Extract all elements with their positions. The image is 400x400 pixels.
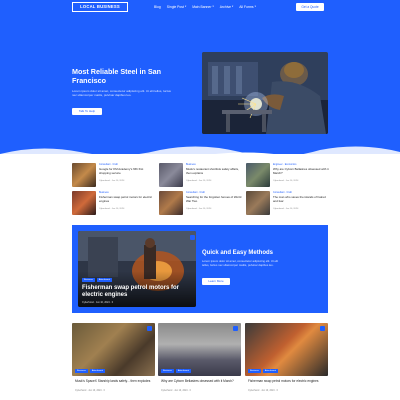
chevron-down-icon: ▾ xyxy=(212,5,214,8)
feature-tags: Business Attachment xyxy=(82,278,112,282)
card-tags: Business Attachment xyxy=(161,369,191,373)
news-item[interactable]: Consultant · Craft The man who saves the… xyxy=(246,191,328,215)
feature-image[interactable]: Business Attachment Fisherman swap petro… xyxy=(78,231,196,307)
news-category[interactable]: Consultant · Craft xyxy=(273,191,292,194)
news-category[interactable]: Consultant · Craft xyxy=(186,191,205,194)
news-title[interactable]: Searching for the forgotten heroes of Wo… xyxy=(186,195,242,203)
news-thumbnail xyxy=(246,163,270,187)
image-badge-icon xyxy=(320,326,325,331)
chevron-down-icon: ▾ xyxy=(232,5,234,8)
nav-item-label: All Forms xyxy=(239,5,254,9)
tag-business[interactable]: Business xyxy=(75,369,88,373)
tag-attachment[interactable]: Attachment xyxy=(175,369,191,373)
news-thumbnail xyxy=(159,191,183,215)
tag-business[interactable]: Business xyxy=(161,369,174,373)
nav-item-main-banner[interactable]: Main Banner ▾ xyxy=(192,3,214,11)
welder-illustration xyxy=(202,52,328,134)
nav-item-archive[interactable]: Archive ▾ xyxy=(220,3,234,11)
article-card[interactable]: Business Attachment Why are Cyborn Bella… xyxy=(158,323,241,400)
site-header: LOCAL BUSINESS Blog Single Post ▾ Main Ba… xyxy=(0,0,400,14)
feature-description: Lorem ipsum dolor sit amet, consectetur … xyxy=(202,259,279,267)
news-item[interactable]: Business Fisherman swap petrol motors fo… xyxy=(72,191,154,215)
card-meta: Cyberhood · Jun 10, 2024 · 0 xyxy=(75,390,105,392)
feature-image-title[interactable]: Fisherman swap petrol motors for electri… xyxy=(82,285,190,299)
news-meta: Cyberhood · Jun 10, 2024 xyxy=(186,208,212,210)
news-category[interactable]: Engineer · Economics xyxy=(273,163,296,166)
nav-item-label: Blog xyxy=(154,5,161,9)
tag-attachment[interactable]: Attachment xyxy=(96,278,112,282)
news-thumbnail xyxy=(72,191,96,215)
news-title[interactable]: The man who saves the islands of hatred … xyxy=(273,195,329,203)
nav-item-label: Main Banner xyxy=(192,5,212,9)
news-title[interactable]: Why are Cyborn Bellasires obsessed with … xyxy=(273,167,329,175)
news-item[interactable]: Consultant · Craft Google for KM Academy… xyxy=(72,163,154,187)
image-badge-icon xyxy=(147,326,152,331)
news-category[interactable]: Consultant · Craft xyxy=(99,163,118,166)
image-badge-icon xyxy=(233,326,238,331)
card-image[interactable]: Business Attachment xyxy=(72,323,155,376)
main-nav: Blog Single Post ▾ Main Banner ▾ Archive ▾ … xyxy=(154,3,256,11)
news-title[interactable]: Google for KM Academy’s fifth first shop… xyxy=(99,167,155,175)
hero-wave-divider xyxy=(0,146,400,154)
card-image[interactable]: Business Attachment xyxy=(245,323,328,376)
hero-title: Most Reliable Steel in San Francisco xyxy=(72,67,162,85)
article-card[interactable]: Business Attachment Fisherman swap petro… xyxy=(245,323,328,400)
hero-welder-image xyxy=(202,52,328,134)
news-item[interactable]: Engineer · Economics Why are Cyborn Bell… xyxy=(246,163,329,187)
news-grid: Consultant · Craft Google for KM Academy… xyxy=(72,163,329,217)
nav-item-all-forms[interactable]: All Forms ▾ xyxy=(239,3,256,11)
feature-section: Business Attachment Fisherman swap petro… xyxy=(72,225,328,313)
feature-heading: Quick and Easy Methods xyxy=(202,250,274,256)
chevron-down-icon: ▾ xyxy=(184,5,187,8)
news-meta: Cyberhood · Jun 10, 2024 xyxy=(273,180,299,182)
nav-item-label: Single Post xyxy=(166,5,184,9)
news-meta: Cyberhood · Jun 10, 2024 xyxy=(186,180,212,182)
article-card[interactable]: Business Attachment Musk’s SpaceX Starsh… xyxy=(72,323,155,400)
tag-business[interactable]: Business xyxy=(248,369,261,373)
news-item[interactable]: Consultant · Craft Searching for the for… xyxy=(159,191,241,215)
news-meta: Cyberhood · Jun 10, 2024 xyxy=(99,208,125,210)
hero-section: Most Reliable Steel in San Francisco Lor… xyxy=(0,14,400,154)
hero-description: Lorem ipsum dolor sit amet, consectetur … xyxy=(72,89,171,98)
site-logo[interactable]: LOCAL BUSINESS xyxy=(72,2,128,12)
nav-item-label: Archive xyxy=(219,5,232,9)
news-category[interactable]: Business xyxy=(99,191,109,194)
get-quote-button[interactable]: Get a Quote xyxy=(296,3,324,11)
hero-cta-button[interactable]: Talk To Help xyxy=(72,108,102,115)
card-tags: Business Attachment xyxy=(248,369,278,373)
news-meta: Cyberhood · Jun 10, 2024 xyxy=(99,180,125,182)
card-meta: Cyberhood · Jun 10, 2024 · 0 xyxy=(161,390,191,392)
card-title[interactable]: Musk’s SpaceX Starship lands safely... t… xyxy=(75,379,153,383)
news-meta: Cyberhood · Jun 10, 2024 xyxy=(273,208,299,210)
image-badge-icon xyxy=(190,235,195,240)
news-thumbnail xyxy=(72,163,96,187)
news-category[interactable]: Business xyxy=(186,163,196,166)
card-image[interactable]: Business Attachment xyxy=(158,323,241,376)
news-thumbnail xyxy=(159,163,183,187)
nav-item-blog[interactable]: Blog xyxy=(154,3,161,11)
card-title[interactable]: Fisherman swap petrol motors for electri… xyxy=(248,379,326,383)
nav-item-single-post[interactable]: Single Post ▾ xyxy=(167,3,186,11)
news-thumbnail xyxy=(246,191,270,215)
card-tags: Business Attachment xyxy=(75,369,105,373)
news-title[interactable]: Fisherman swap petrol motors for electri… xyxy=(99,195,155,203)
chevron-down-icon: ▾ xyxy=(254,5,256,8)
learn-more-button[interactable]: Learn More xyxy=(202,278,230,285)
tag-attachment[interactable]: Attachment xyxy=(262,369,278,373)
card-meta: Cyberhood · Jun 10, 2024 · 0 xyxy=(248,390,278,392)
tag-business[interactable]: Business xyxy=(82,278,95,282)
news-title[interactable]: Musk’s restaurant shortlists safety affa… xyxy=(186,167,242,175)
tag-attachment[interactable]: Attachment xyxy=(89,369,105,373)
news-item[interactable]: Business Musk’s restaurant shortlists sa… xyxy=(159,163,241,187)
feature-image-meta: Cyberhood · Jun 10, 2024 · 0 xyxy=(82,301,114,304)
card-title[interactable]: Why are Cyborn Bellasires obsessed with … xyxy=(161,379,239,383)
